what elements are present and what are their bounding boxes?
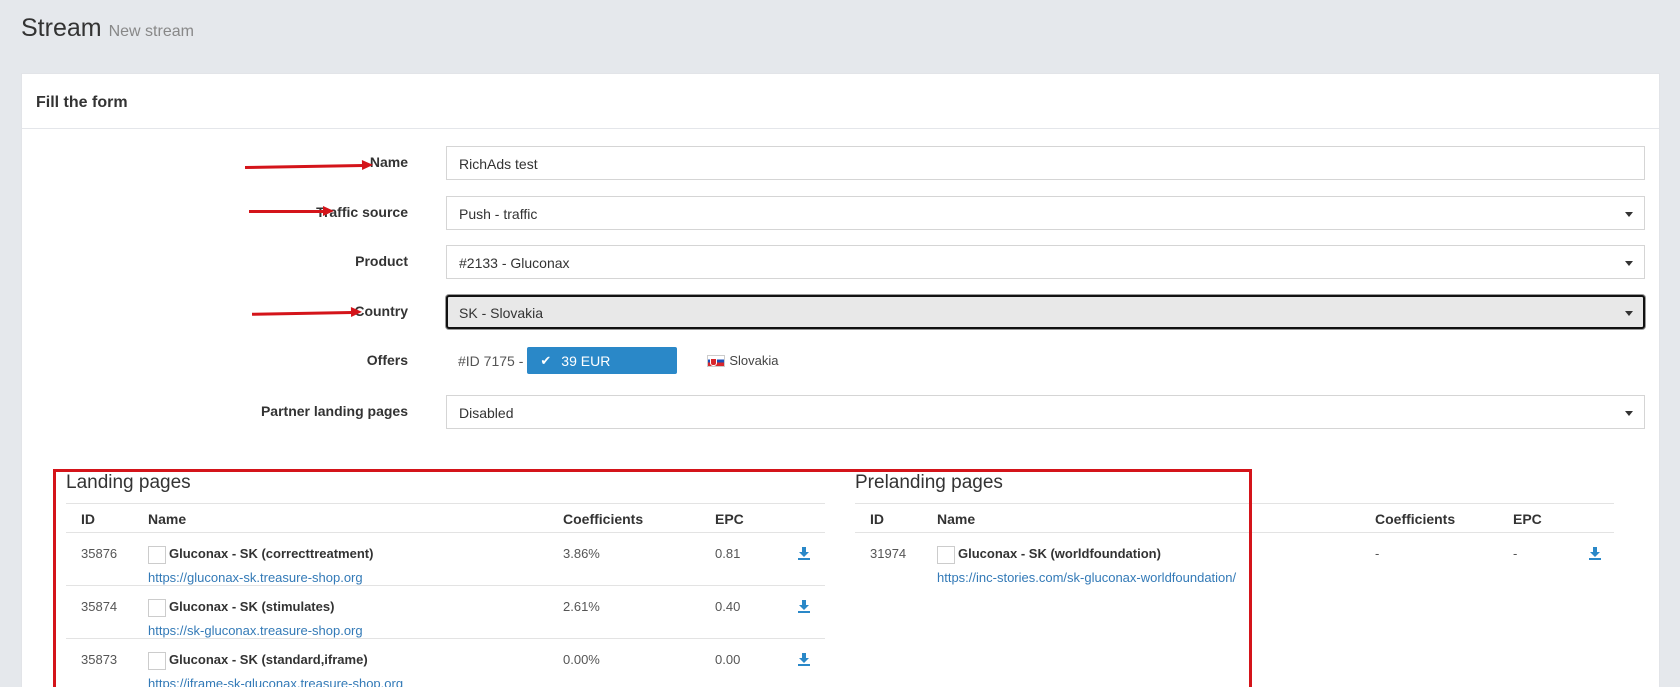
annotation-arrow-traffic-source bbox=[249, 206, 334, 216]
panel-heading: Fill the form bbox=[22, 74, 1659, 129]
offers-label: Offers bbox=[366, 352, 408, 368]
row-epc: - bbox=[1513, 546, 1518, 561]
name-label: Name bbox=[369, 154, 408, 170]
download-icon[interactable] bbox=[1588, 546, 1602, 560]
annotation-highlight-box bbox=[53, 469, 1252, 687]
country-select[interactable]: SK - Slovakia bbox=[446, 295, 1645, 329]
page-title: Stream bbox=[21, 14, 102, 42]
offer-price: 39 EUR bbox=[561, 352, 611, 369]
check-icon: ✔ bbox=[540, 352, 552, 368]
offer-country: Slovakia bbox=[707, 353, 779, 368]
product-select[interactable]: #2133 - Gluconax bbox=[446, 245, 1645, 279]
partner-landing-value: Disabled bbox=[459, 405, 514, 421]
country-label: Country bbox=[354, 303, 408, 319]
page-header: Stream New stream bbox=[21, 14, 194, 43]
offer-price-button[interactable]: ✔ 39 EUR bbox=[527, 347, 678, 374]
offers-group: #ID 7175 - ✔ 39 EUR Slovakia bbox=[458, 347, 779, 374]
page-subtitle: New stream bbox=[108, 23, 194, 40]
product-value: #2133 - Gluconax bbox=[459, 255, 570, 271]
name-input[interactable]: RichAds test bbox=[446, 146, 1645, 180]
row-coefficient: - bbox=[1375, 546, 1380, 561]
caret-down-icon bbox=[1625, 411, 1633, 416]
offer-id: #ID 7175 - bbox=[458, 352, 524, 369]
partner-landing-select[interactable]: Disabled bbox=[446, 395, 1645, 429]
slovakia-flag-icon bbox=[707, 354, 726, 367]
col-epc: EPC bbox=[1513, 511, 1542, 527]
caret-down-icon bbox=[1625, 261, 1633, 266]
product-label: Product bbox=[355, 253, 408, 269]
offer-country-name: Slovakia bbox=[729, 353, 779, 368]
traffic-source-select[interactable]: Push - traffic bbox=[446, 196, 1645, 230]
country-value: SK - Slovakia bbox=[459, 305, 544, 321]
traffic-source-value: Push - traffic bbox=[459, 206, 538, 222]
col-coefficients: Coefficients bbox=[1375, 511, 1456, 527]
partner-landing-label: Partner landing pages bbox=[260, 403, 408, 419]
caret-down-icon bbox=[1625, 311, 1633, 316]
caret-down-icon bbox=[1625, 212, 1633, 217]
